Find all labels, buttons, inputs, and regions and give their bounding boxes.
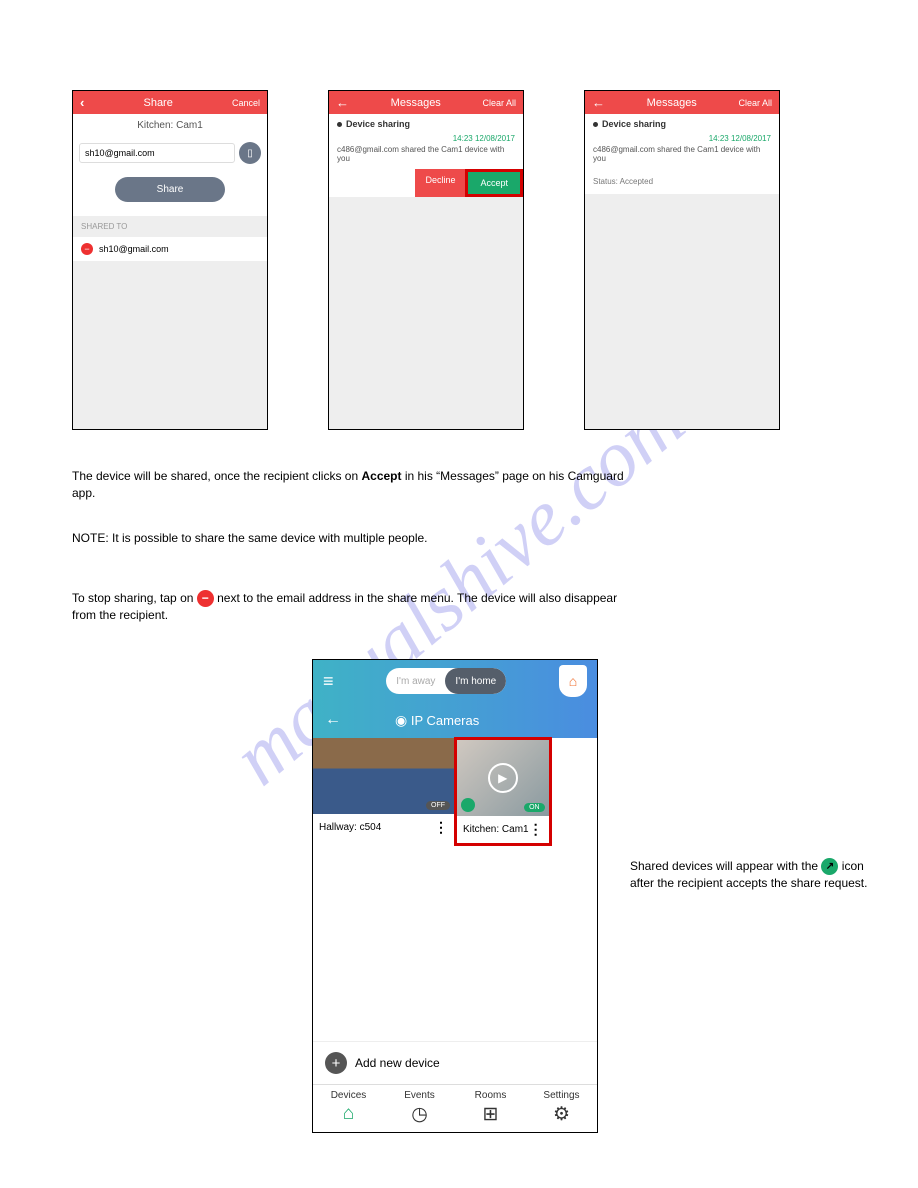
bullet-icon	[593, 122, 598, 127]
off-badge: OFF	[426, 801, 450, 810]
sub-bar: ← ◉ IP Cameras	[313, 702, 597, 738]
back-icon[interactable]: ←	[336, 95, 349, 110]
share-icon: ↗	[821, 858, 838, 875]
camera-name: Hallway: c504	[319, 822, 381, 833]
on-badge: ON	[524, 803, 545, 812]
filler	[73, 262, 267, 429]
button-row: Decline Accept	[329, 169, 523, 197]
camera-thumbnail[interactable]: ▶ ON	[457, 740, 549, 816]
shared-user-row: − sh10@gmail.com	[73, 237, 267, 262]
page-title: Share	[143, 97, 172, 109]
tab-label: Rooms	[475, 1090, 507, 1101]
page-title: Messages	[647, 97, 697, 109]
qr-icon[interactable]: ▯	[239, 142, 261, 164]
gear-icon: ⚙	[526, 1103, 597, 1126]
messages-accept-screen: ← Messages Clear All Device sharing 14:2…	[328, 90, 524, 430]
page-title: Messages	[391, 97, 441, 109]
back-icon[interactable]: ‹	[80, 95, 84, 110]
accept-button[interactable]: Accept	[465, 169, 523, 197]
tab-label: Settings	[543, 1090, 579, 1101]
filler	[313, 845, 597, 1041]
tab-settings[interactable]: Settings ⚙	[526, 1085, 597, 1132]
kebab-icon[interactable]: ⋮	[529, 827, 543, 833]
header: ← Messages Clear All	[329, 91, 523, 114]
home-icon: ⌂	[313, 1103, 384, 1125]
messages-status-screen: ← Messages Clear All Device sharing 14:2…	[584, 90, 780, 430]
remove-icon: −	[197, 590, 214, 607]
kebab-icon[interactable]: ⋮	[434, 825, 448, 831]
camera-label-row: Hallway: c504 ⋮	[313, 814, 454, 841]
cancel-button[interactable]: Cancel	[232, 98, 260, 108]
camera-grid: OFF Hallway: c504 ⋮ ▶ ON Kitchen: Cam1 ⋮	[313, 738, 597, 845]
play-icon[interactable]: ▶	[488, 763, 518, 793]
grid-icon: ⊞	[455, 1103, 526, 1126]
tab-label: Events	[404, 1090, 435, 1101]
para-2: NOTE: It is possible to share the same d…	[72, 530, 842, 547]
tab-rooms[interactable]: Rooms ⊞	[455, 1085, 526, 1132]
tab-label: Devices	[331, 1090, 367, 1101]
tab-bar: Devices ⌂ Events ◷ Rooms ⊞ Settings ⚙	[313, 1084, 597, 1132]
section-label: Device sharing	[602, 119, 666, 129]
section-header: Device sharing	[329, 114, 523, 134]
devices-screen: ≡ I'm away I'm home ⌂ ← ◉ IP Cameras OFF…	[312, 659, 598, 1133]
clear-all-button[interactable]: Clear All	[738, 98, 772, 108]
message-text: c486@gmail.com shared the Cam1 device wi…	[329, 145, 523, 169]
clock-icon: ◷	[384, 1103, 455, 1126]
para-3: To stop sharing, tap on − next to the em…	[72, 590, 842, 624]
message-body: Device sharing 14:23 12/08/2017 c486@gma…	[585, 114, 779, 429]
add-label: Add new device	[355, 1056, 440, 1070]
add-device-row[interactable]: + Add new device	[313, 1041, 597, 1084]
message-text: c486@gmail.com shared the Cam1 device wi…	[585, 145, 779, 169]
email-row: ▯	[73, 137, 267, 169]
decline-button[interactable]: Decline	[415, 169, 465, 197]
timestamp: 14:23 12/08/2017	[329, 134, 523, 145]
share-button[interactable]: Share	[115, 177, 225, 202]
shared-badge-icon	[461, 798, 475, 812]
camera-tile-2[interactable]: ▶ ON Kitchen: Cam1 ⋮	[457, 740, 549, 843]
phone-row: ‹ Share Cancel Kitchen: Cam1 ▯ Share SHA…	[72, 90, 878, 430]
shared-to-label: SHARED TO	[73, 216, 267, 237]
shield-icon[interactable]: ⌂	[559, 665, 587, 697]
email-input[interactable]	[79, 143, 235, 163]
filler	[329, 197, 523, 429]
top-bar: ≡ I'm away I'm home ⌂	[313, 660, 597, 702]
tab-events[interactable]: Events ◷	[384, 1085, 455, 1132]
timestamp: 14:23 12/08/2017	[585, 134, 779, 145]
camera-thumbnail[interactable]: OFF	[313, 738, 454, 814]
back-icon[interactable]: ←	[325, 711, 341, 729]
device-subtitle: Kitchen: Cam1	[73, 114, 267, 137]
tab-devices[interactable]: Devices ⌂	[313, 1085, 384, 1132]
clear-all-button[interactable]: Clear All	[482, 98, 516, 108]
back-icon[interactable]: ←	[592, 95, 605, 110]
section-label: Device sharing	[346, 119, 410, 129]
camera-name: Kitchen: Cam1	[463, 824, 529, 835]
presence-toggle[interactable]: I'm away I'm home	[386, 668, 506, 694]
message-body: Device sharing 14:23 12/08/2017 c486@gma…	[329, 114, 523, 429]
header: ← Messages Clear All	[585, 91, 779, 114]
section-header: Device sharing	[585, 114, 779, 134]
camera-tile-2-highlight: ▶ ON Kitchen: Cam1 ⋮	[454, 737, 552, 846]
remove-icon[interactable]: −	[81, 243, 93, 255]
camera-tile-1[interactable]: OFF Hallway: c504 ⋮	[313, 738, 455, 845]
camera-label-row: Kitchen: Cam1 ⋮	[457, 816, 549, 843]
filler	[585, 194, 779, 429]
plus-icon[interactable]: +	[325, 1052, 347, 1074]
bullet-icon	[337, 122, 342, 127]
page-title: ◉ IP Cameras	[395, 712, 479, 729]
status-text: Status: Accepted	[585, 169, 779, 194]
home-option[interactable]: I'm home	[445, 668, 506, 694]
away-option[interactable]: I'm away	[386, 676, 445, 687]
header: ‹ Share Cancel	[73, 91, 267, 114]
menu-icon[interactable]: ≡	[323, 671, 334, 692]
para-1: The device will be shared, once the reci…	[72, 468, 842, 502]
shared-email: sh10@gmail.com	[99, 244, 169, 254]
share-screen: ‹ Share Cancel Kitchen: Cam1 ▯ Share SHA…	[72, 90, 268, 430]
